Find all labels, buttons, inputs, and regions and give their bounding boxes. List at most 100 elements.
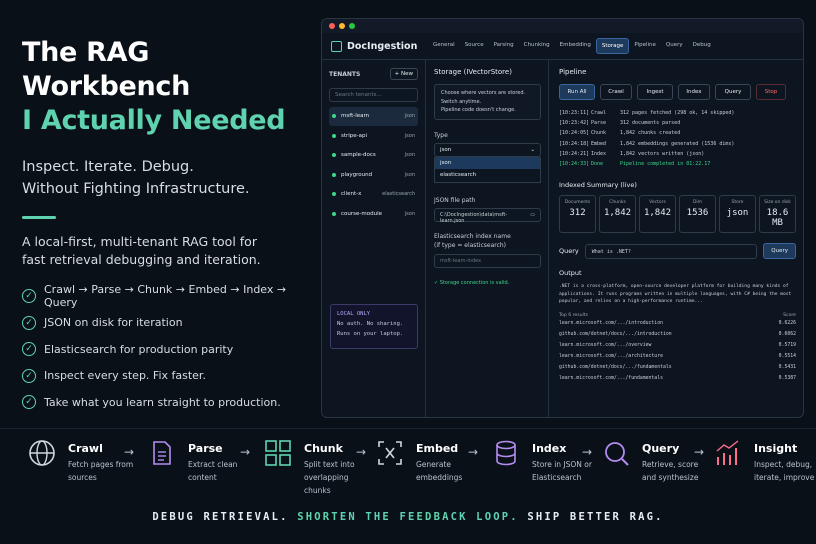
flow-step-title: Insight xyxy=(754,442,798,455)
pipeline-flow: Crawl Fetch pages from sources → Parse E… xyxy=(0,428,816,498)
chevron-down-icon: ⌄ xyxy=(530,146,535,153)
result-row[interactable]: learn.microsoft.com/.../introduction 0.62… xyxy=(559,318,796,329)
log-stage: Done xyxy=(591,161,604,168)
result-url: learn.microsoft.com/.../architecture xyxy=(559,353,663,359)
tab-embedding[interactable]: Embedding xyxy=(555,38,596,54)
summary-value: 1,842 xyxy=(603,208,632,219)
feature-text: Elasticsearch for production parity xyxy=(44,342,234,356)
result-row[interactable]: learn.microsoft.com/.../fundamentals 0.53… xyxy=(559,373,796,384)
result-row[interactable]: github.com/dotnet/docs/.../introduction 0… xyxy=(559,329,796,340)
headline-line-2: I Actually Needed xyxy=(22,105,286,136)
ingest-button[interactable]: Ingest xyxy=(637,84,673,100)
flow-step-title: Embed xyxy=(416,442,459,455)
type-option-elasticsearch[interactable]: elasticsearch xyxy=(435,169,540,182)
summary-key: Vectors xyxy=(649,200,666,206)
document-icon xyxy=(153,441,171,465)
log-row: [10:23:42] Parse 312 documents parsed xyxy=(559,118,796,128)
local-only-line: Runs on your laptop. xyxy=(337,331,404,337)
crawl-button[interactable]: Crawl xyxy=(600,84,632,100)
result-row[interactable]: learn.microsoft.com/.../architecture 0.55… xyxy=(559,351,796,362)
summary-title: Indexed Summary (live) xyxy=(559,181,637,190)
pipeline-log: [10:23:11] Crawl 312 pages fetched (298 ok… xyxy=(559,108,796,169)
status-dot xyxy=(332,211,336,216)
log-time: [10:23:42] xyxy=(559,120,590,127)
summary-card: Vectors 1,842 xyxy=(639,195,676,234)
tab-storage[interactable]: Storage xyxy=(595,38,630,54)
summary-value: 1,842 xyxy=(643,208,672,219)
tenant-item[interactable]: stripe-api json xyxy=(329,127,418,146)
description: A local-first, multi-tenant RAG tool for… xyxy=(22,233,312,269)
tab-chunking[interactable]: Chunking xyxy=(519,38,555,54)
minimize-window-button[interactable] xyxy=(339,23,345,29)
description-line-2: fast retrieval debugging and iteration. xyxy=(22,252,261,267)
tab-parsing[interactable]: Parsing xyxy=(489,38,519,54)
result-url: github.com/dotnet/docs/.../fundamentals xyxy=(559,364,672,370)
new-tenant-button[interactable]: + New xyxy=(389,68,418,80)
type-select[interactable]: json ⌄ xyxy=(434,142,541,157)
status-dot xyxy=(332,192,336,197)
status-dot xyxy=(332,114,336,119)
tenant-item[interactable]: playground json xyxy=(329,166,418,185)
check-icon: ✓ xyxy=(22,342,36,357)
chart-icon xyxy=(716,440,739,465)
tab-general[interactable]: General xyxy=(428,38,460,54)
tenant-item[interactable]: sample-docs json xyxy=(329,146,418,165)
status-dot xyxy=(332,133,336,138)
tenant-item[interactable]: msft-learn json xyxy=(329,107,418,126)
flow-step-title: Query xyxy=(642,442,680,455)
summary-value: 312 xyxy=(569,208,586,219)
flow-step-title: Crawl xyxy=(68,442,103,455)
query-run-button[interactable]: Query xyxy=(715,84,751,100)
storage-panel: Storage (IVectorStore) Choose where vect… xyxy=(427,60,549,417)
summary-key: Dim xyxy=(692,200,703,206)
stop-button[interactable]: Stop xyxy=(756,84,786,100)
local-only-title: LOCAL ONLY xyxy=(337,311,371,317)
tab-pipeline[interactable]: Pipeline xyxy=(629,38,661,54)
arrow-right-icon: → xyxy=(468,445,479,459)
tenant-item[interactable]: client-x elasticsearch xyxy=(329,185,418,204)
tenant-name: playground xyxy=(341,171,373,178)
result-score: 0.6226 xyxy=(778,320,796,326)
type-option-json[interactable]: json xyxy=(435,156,540,169)
index-button[interactable]: Index xyxy=(678,84,710,100)
log-row: [10:24:18] Embed 1,842 embeddings generate… xyxy=(559,139,796,149)
tab-bar: General Source Parsing Chunking Embeddin… xyxy=(428,38,716,54)
json-path-field[interactable]: C:\DocIngestion\data\msft-learn.json ▭ xyxy=(434,207,541,224)
log-row: [10:23:11] Crawl 312 pages fetched (298 ok… xyxy=(559,108,796,118)
tenant-type: json xyxy=(404,113,415,120)
result-row[interactable]: github.com/dotnet/docs/.../fundamentals 0… xyxy=(559,362,796,373)
run-all-button[interactable]: Run All xyxy=(559,84,595,100)
feature-text: Inspect every step. Fix faster. xyxy=(44,369,206,383)
query-input[interactable]: What is .NET? xyxy=(584,243,758,259)
log-message: 1,842 chunks created xyxy=(620,130,681,137)
es-index-label-line: (if type = elasticsearch) xyxy=(434,241,507,249)
app-header: DocIngestion General Source Parsing Chun… xyxy=(322,33,803,60)
pipeline-title: Pipeline xyxy=(559,68,587,76)
path-label: JSON file path xyxy=(434,196,476,204)
tab-source[interactable]: Source xyxy=(460,38,489,54)
summary-key: Store xyxy=(731,200,744,206)
result-row[interactable]: learn.microsoft.com/.../overview 0.5719 xyxy=(559,340,796,351)
folder-icon[interactable]: ▭ xyxy=(530,212,535,218)
globe-icon xyxy=(29,440,55,466)
accent-divider xyxy=(22,216,56,219)
tenant-name: client-x xyxy=(341,191,362,198)
tenant-type: json xyxy=(404,171,415,178)
tenant-search-input[interactable]: Search tenants... xyxy=(329,88,418,102)
maximize-window-button[interactable] xyxy=(349,23,355,29)
storage-note: Choose where vectors are stored. Switch … xyxy=(434,84,541,120)
close-window-button[interactable] xyxy=(329,23,335,29)
log-message: 1,842 vectors written (json) xyxy=(620,150,705,157)
tenant-item[interactable]: course-module json xyxy=(329,205,418,224)
result-score: 0.5719 xyxy=(778,342,796,348)
log-stage: Crawl xyxy=(591,110,607,116)
es-index-input[interactable]: msft-learn-index xyxy=(434,253,541,268)
tab-debug[interactable]: Debug xyxy=(688,38,716,54)
result-url: github.com/dotnet/docs/.../introduction xyxy=(559,331,672,337)
query-button[interactable]: Query xyxy=(763,243,796,260)
log-time: [10:24:18] xyxy=(559,140,590,147)
summary-card: Dim 1536 xyxy=(679,195,716,234)
result-score: 0.6062 xyxy=(778,331,796,337)
flow-step-desc: Split text into overlapping chunks xyxy=(304,460,355,495)
tab-query[interactable]: Query xyxy=(661,38,688,54)
